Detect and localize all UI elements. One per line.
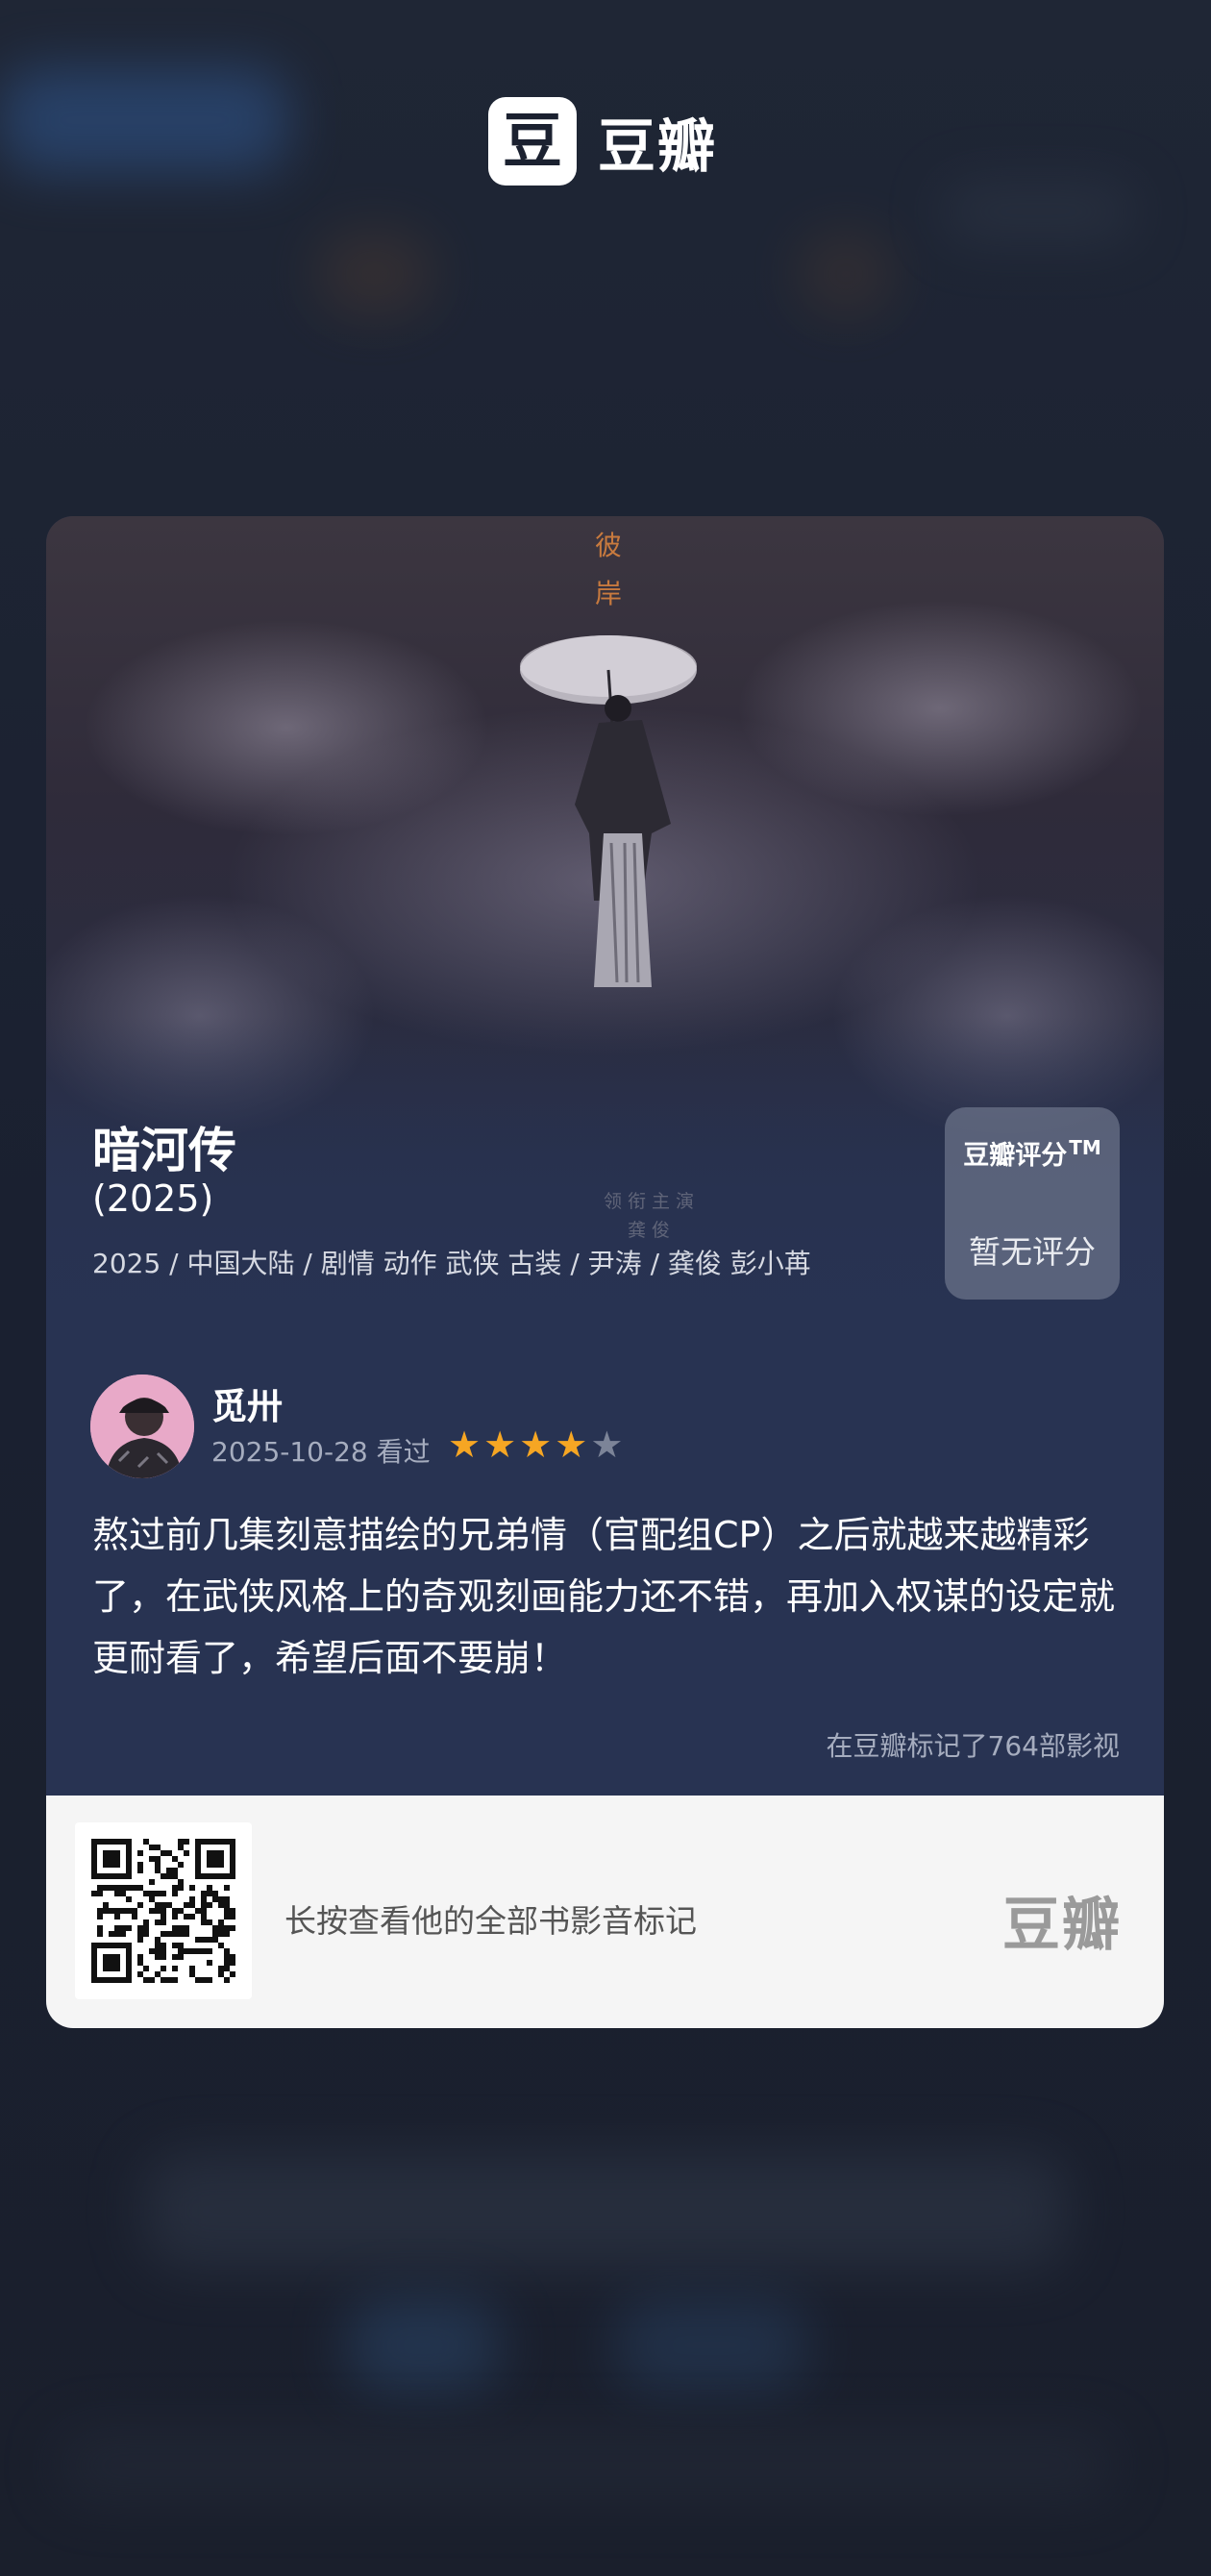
poster-figure-illustration [520, 635, 697, 987]
rating-value: 暂无评分 [969, 1233, 1096, 1271]
review-date: 2025-10-28 看过 [211, 1436, 431, 1468]
douban-badge-icon: 豆 [488, 97, 577, 186]
user-avatar[interactable] [90, 1375, 194, 1478]
poster-credit: 领衔主演 龚俊 [603, 1191, 700, 1241]
reviewer-name[interactable]: 觅卅 [211, 1377, 283, 1429]
douban-logo: 豆 豆瓣 [488, 96, 717, 186]
brand-name: 豆瓣 [598, 112, 717, 181]
rating-label: 豆瓣评分 TM [963, 1136, 1101, 1171]
footer-cta-text: 长按查看他的全部书影音标记 [284, 1902, 697, 1940]
douban-rating-box: 豆瓣评分 TM 暂无评分 [945, 1107, 1120, 1300]
star-filled-icon: ★ [483, 1424, 517, 1466]
poster-vertical-text: 彼 岸 [594, 530, 622, 609]
marked-count: 在豆瓣标记了764部影视 [826, 1730, 1120, 1762]
star-empty-icon: ★ [590, 1424, 624, 1466]
star-rating: ★ ★ ★ ★ ★ [448, 1426, 623, 1463]
movie-title: 暗河传 [92, 1123, 236, 1178]
movie-meta: 2025 / 中国大陆 / 剧情 动作 武侠 古装 / 尹涛 / 龚俊 彭小苒 [92, 1248, 811, 1279]
footer-douban-logo: 豆瓣 [1002, 1892, 1122, 1959]
qr-code[interactable] [75, 1822, 252, 1999]
avatar-portrait-icon [90, 1375, 194, 1478]
movie-year: (2025) [92, 1177, 214, 1220]
star-filled-icon: ★ [448, 1424, 482, 1466]
star-filled-icon: ★ [555, 1424, 588, 1466]
card-footer: 长按查看他的全部书影音标记 豆瓣 [46, 1796, 1164, 2028]
star-filled-icon: ★ [519, 1424, 553, 1466]
review-text: 熬过前几集刻意描绘的兄弟情（官配组CP）之后就越来越精彩了，在武侠风格上的奇观刻… [92, 1514, 1116, 1679]
share-card: 彼 岸 领衔主演 龚俊 暗河传 (2025) 2025 / 中国大陆 / 剧情 … [46, 516, 1164, 2028]
qr-code-icon [91, 1839, 235, 1983]
